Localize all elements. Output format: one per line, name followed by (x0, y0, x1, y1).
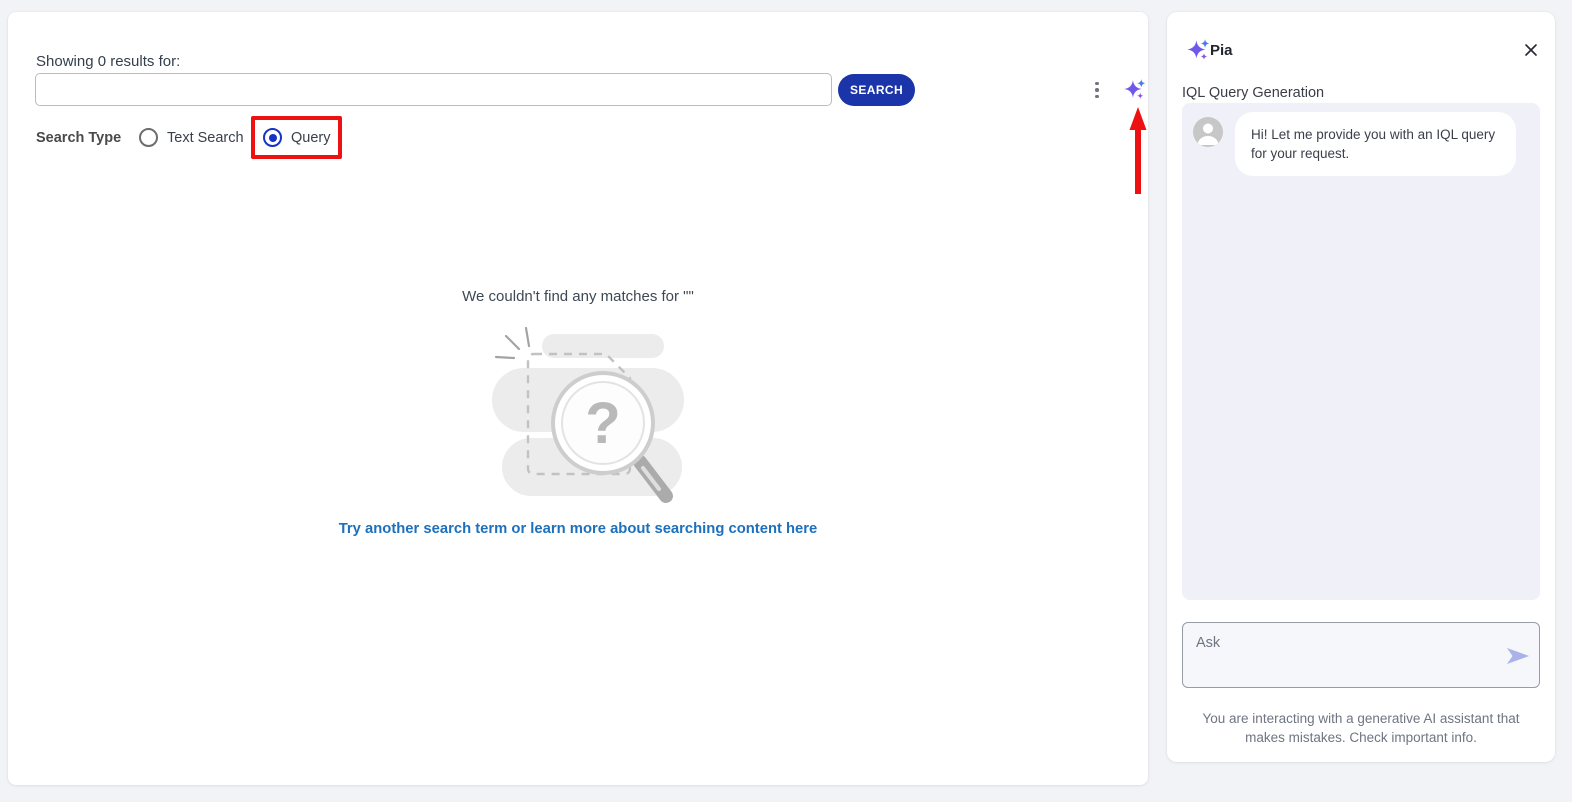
person-icon (1197, 123, 1219, 145)
ask-input[interactable] (1182, 622, 1540, 688)
no-results-illustration-icon: ? (492, 326, 684, 503)
radio-query[interactable] (263, 128, 282, 147)
kebab-dot (1095, 94, 1099, 99)
send-button[interactable] (1505, 645, 1531, 667)
close-icon (1525, 44, 1537, 56)
no-results-message: We couldn't find any matches for "" (462, 288, 694, 305)
results-count-label: Showing 0 results for: (36, 53, 181, 70)
ask-input-container (1182, 622, 1540, 688)
bot-avatar (1193, 117, 1223, 147)
radio-text-search-label[interactable]: Text Search (167, 130, 244, 146)
pia-assistant-panel: Pia IQL Query Generation Hi! Let me prov… (1167, 12, 1555, 762)
kebab-dot (1095, 81, 1099, 86)
search-help-link[interactable]: Try another search term or learn more ab… (8, 521, 1148, 537)
more-options-button[interactable] (1088, 77, 1106, 103)
radio-query-label[interactable]: Query (291, 130, 331, 146)
kebab-dot (1095, 88, 1099, 92)
sparkles-icon (1187, 39, 1210, 60)
svg-text:?: ? (585, 391, 620, 456)
assistant-message-bubble: Hi! Let me provide you with an IQL query… (1235, 112, 1516, 177)
sparkles-icon (1123, 79, 1145, 99)
search-type-label: Search Type (36, 130, 122, 146)
search-input[interactable] (35, 73, 832, 106)
search-button[interactable]: SEARCH (838, 74, 915, 106)
ai-disclaimer-text: You are interacting with a generative AI… (1202, 711, 1520, 745)
assistant-title: Pia (1210, 42, 1233, 59)
close-assistant-button[interactable] (1519, 38, 1543, 62)
ai-assistant-toggle-button[interactable] (1120, 76, 1148, 104)
send-icon (1507, 648, 1529, 664)
chat-message-area: Hi! Let me provide you with an IQL query… (1182, 103, 1540, 600)
annotation-red-arrow (1129, 107, 1147, 194)
assistant-subtitle: IQL Query Generation (1182, 85, 1325, 101)
search-results-panel: Showing 0 results for: SEARCH Search Typ… (8, 12, 1148, 785)
radio-text-search[interactable] (139, 128, 158, 147)
